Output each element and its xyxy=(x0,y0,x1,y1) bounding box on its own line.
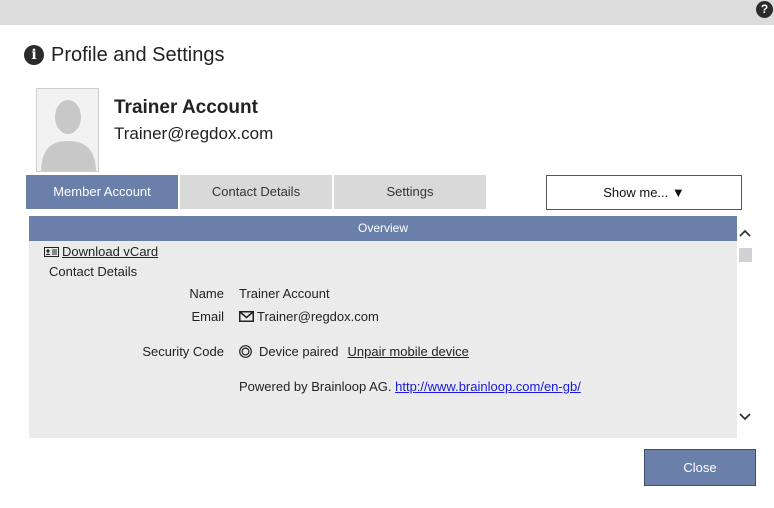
account-email: Trainer@regdox.com xyxy=(114,124,274,143)
top-bar: ? xyxy=(0,0,774,25)
info-icon: i xyxy=(24,45,44,65)
scroll-up-icon[interactable] xyxy=(737,224,753,242)
brainloop-link[interactable]: http://www.brainloop.com/en-gb/ xyxy=(395,379,581,394)
avatar xyxy=(36,88,99,172)
email-value: Trainer@regdox.com xyxy=(239,309,379,324)
help-icon[interactable]: ? xyxy=(756,1,773,18)
mail-icon xyxy=(239,311,254,322)
device-paired-text: Device paired xyxy=(259,344,339,359)
download-vcard-row[interactable]: Download vCard xyxy=(44,244,158,259)
tab-member-account[interactable]: Member Account xyxy=(26,175,178,209)
show-me-dropdown[interactable]: Show me... ▼ xyxy=(546,175,742,210)
email-text: Trainer@regdox.com xyxy=(257,309,379,324)
security-code-label: Security Code xyxy=(142,344,224,359)
tab-settings[interactable]: Settings xyxy=(334,175,486,209)
section-title: Contact Details xyxy=(49,264,138,279)
powered-by: Powered by Brainloop AG. http://www.brai… xyxy=(239,379,581,394)
scroll-down-icon[interactable] xyxy=(737,408,753,426)
unpair-device-link[interactable]: Unpair mobile device xyxy=(348,344,469,359)
device-paired-icon xyxy=(239,345,252,358)
panel-header: Overview xyxy=(29,216,737,241)
scrollbar[interactable] xyxy=(737,216,753,438)
scroll-thumb[interactable] xyxy=(739,248,752,262)
vcard-icon xyxy=(44,246,59,257)
security-code-value: Device paired Unpair mobile device xyxy=(239,344,469,359)
name-value: Trainer Account xyxy=(239,286,330,301)
download-vcard-link[interactable]: Download vCard xyxy=(62,244,158,259)
page-title: Profile and Settings xyxy=(51,43,225,66)
tab-contact-details[interactable]: Contact Details xyxy=(180,175,332,209)
email-label: Email xyxy=(191,309,224,324)
name-text: Trainer Account xyxy=(239,286,330,301)
name-label: Name xyxy=(189,286,224,301)
account-name: Trainer Account xyxy=(114,97,258,118)
powered-by-text: Powered by Brainloop AG. xyxy=(239,379,392,394)
dialog-title-row: i Profile and Settings xyxy=(24,43,224,67)
close-button[interactable]: Close xyxy=(644,449,756,486)
